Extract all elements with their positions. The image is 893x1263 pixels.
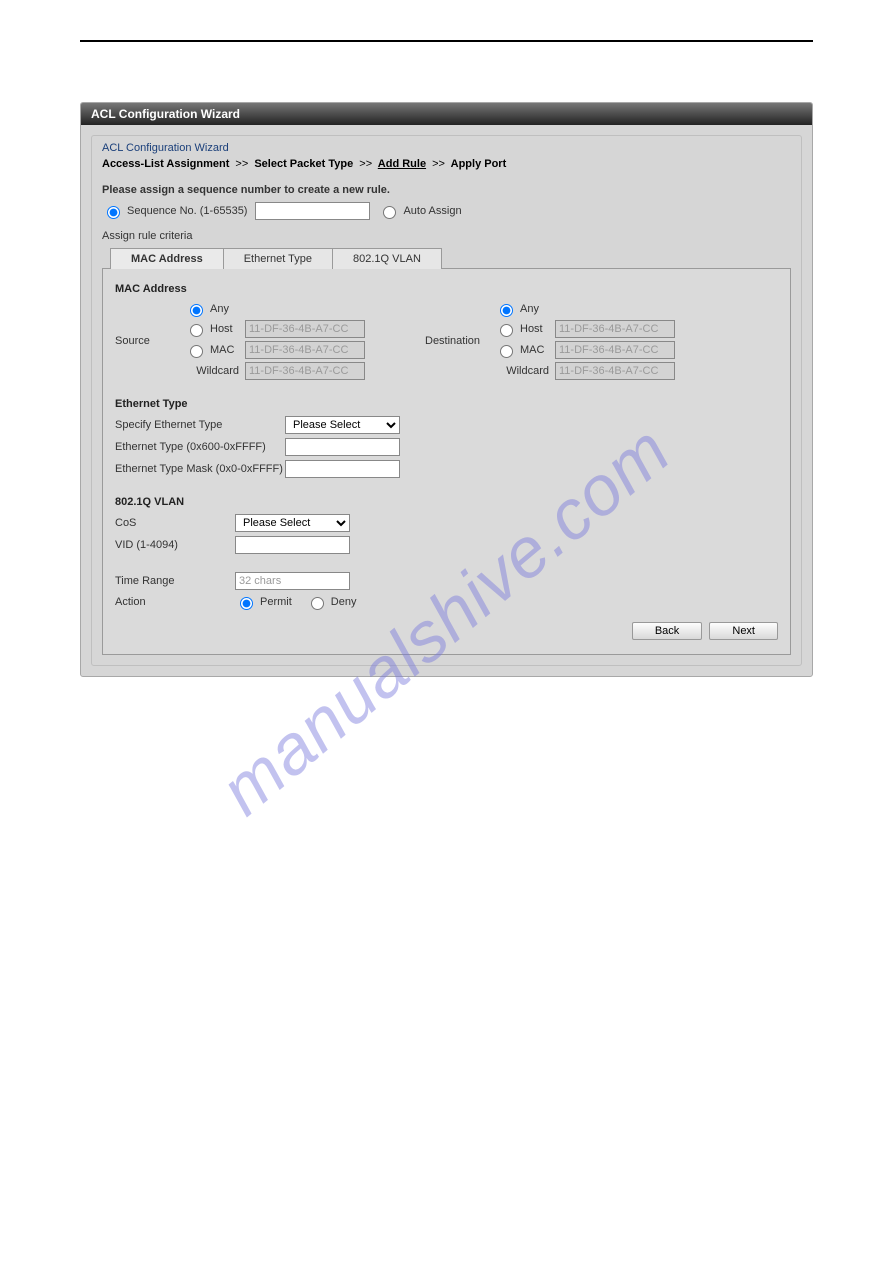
criteria-tabs: MAC Address Ethernet Type 802.1Q VLAN: [110, 248, 791, 269]
next-button[interactable]: Next: [709, 622, 778, 640]
breadcrumb: Access-List Assignment >> Select Packet …: [102, 158, 791, 170]
sequence-no-radio[interactable]: [107, 206, 120, 219]
action-deny-radio[interactable]: [311, 597, 324, 610]
criteria-label: Assign rule criteria: [102, 230, 791, 242]
source-mac-radio[interactable]: [190, 345, 203, 358]
dest-mac-option[interactable]: MAC: [495, 342, 555, 358]
dest-any-radio[interactable]: [500, 304, 513, 317]
time-range-label: Time Range: [115, 575, 235, 587]
tab-8021q-vlan[interactable]: 802.1Q VLAN: [332, 248, 442, 269]
action-label: Action: [115, 596, 235, 608]
bc-step-add-rule: Add Rule: [378, 158, 426, 170]
cos-label: CoS: [115, 517, 235, 529]
source-any-option[interactable]: Any: [185, 301, 245, 317]
eth-mask-input[interactable]: [285, 460, 400, 478]
dest-host-radio[interactable]: [500, 324, 513, 337]
source-host-option[interactable]: Host: [185, 321, 245, 337]
wizard-subpanel: ACL Configuration Wizard Access-List Ass…: [91, 135, 802, 666]
subpanel-title: ACL Configuration Wizard: [92, 136, 801, 158]
auto-assign-radio[interactable]: [383, 206, 396, 219]
vid-input[interactable]: [235, 536, 350, 554]
cos-select[interactable]: Please Select: [235, 514, 350, 532]
destination-label: Destination: [425, 335, 495, 347]
dest-wildcard-label: Wildcard: [495, 365, 555, 377]
dest-mac-input[interactable]: [555, 341, 675, 359]
bc-step-apply-port: Apply Port: [451, 158, 507, 170]
eth-type-label: Ethernet Type (0x600-0xFFFF): [115, 441, 285, 453]
source-host-radio[interactable]: [190, 324, 203, 337]
sequence-instruction: Please assign a sequence number to creat…: [102, 184, 791, 196]
dest-host-option[interactable]: Host: [495, 321, 555, 337]
source-label: Source: [115, 335, 185, 347]
bc-step-access-list: Access-List Assignment: [102, 158, 229, 170]
vid-label: VID (1-4094): [115, 539, 235, 551]
sequence-no-option[interactable]: Sequence No. (1-65535): [102, 203, 247, 219]
auto-assign-option[interactable]: Auto Assign: [378, 203, 461, 219]
eth-mask-label: Ethernet Type Mask (0x0-0xFFFF): [115, 463, 285, 475]
tab-ethernet-type[interactable]: Ethernet Type: [223, 248, 333, 269]
tab-mac-address[interactable]: MAC Address: [110, 248, 224, 269]
source-mac-option[interactable]: MAC: [185, 342, 245, 358]
panel-title: ACL Configuration Wizard: [81, 103, 812, 125]
action-permit-option[interactable]: Permit: [235, 594, 292, 610]
eth-section-title: Ethernet Type: [115, 398, 778, 410]
sequence-no-input[interactable]: [255, 202, 370, 220]
mac-section-title: MAC Address: [115, 283, 778, 295]
source-mac-input[interactable]: [245, 341, 365, 359]
time-range-input[interactable]: [235, 572, 350, 590]
back-button[interactable]: Back: [632, 622, 702, 640]
bc-step-packet-type: Select Packet Type: [254, 158, 353, 170]
dest-mac-radio[interactable]: [500, 345, 513, 358]
page-divider: [80, 40, 813, 42]
wizard-panel: ACL Configuration Wizard ACL Configurati…: [80, 102, 813, 677]
dest-host-input[interactable]: [555, 320, 675, 338]
source-any-radio[interactable]: [190, 304, 203, 317]
specify-eth-label: Specify Ethernet Type: [115, 419, 285, 431]
dest-wildcard-input[interactable]: [555, 362, 675, 380]
action-deny-option[interactable]: Deny: [306, 594, 357, 610]
tab-body: MAC Address Source Any Host MAC Wildcard: [102, 268, 791, 655]
source-host-input[interactable]: [245, 320, 365, 338]
source-wildcard-input[interactable]: [245, 362, 365, 380]
action-permit-radio[interactable]: [240, 597, 253, 610]
specify-eth-select[interactable]: Please Select: [285, 416, 400, 434]
eth-type-input[interactable]: [285, 438, 400, 456]
source-wildcard-label: Wildcard: [185, 365, 245, 377]
dest-any-option[interactable]: Any: [495, 301, 555, 317]
vlan-section-title: 802.1Q VLAN: [115, 496, 778, 508]
